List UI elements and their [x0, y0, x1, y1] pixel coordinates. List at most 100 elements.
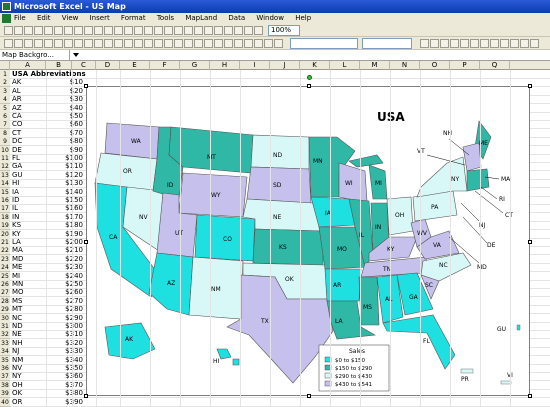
tb2-button-22[interactable]: [224, 39, 233, 48]
tb2-button-0[interactable]: [4, 39, 13, 48]
column-header-m[interactable]: M: [360, 61, 390, 70]
tb1-button-18[interactable]: [184, 26, 193, 35]
tb1-button-2[interactable]: [24, 26, 33, 35]
column-header-b[interactable]: B: [46, 61, 72, 70]
column-header-j[interactable]: J: [270, 61, 300, 70]
tb2-button-31[interactable]: [450, 39, 459, 48]
tb2-button-21[interactable]: [214, 39, 223, 48]
tb2-button-26[interactable]: [264, 39, 273, 48]
column-header-q[interactable]: Q: [480, 61, 510, 70]
tb2-button-6[interactable]: [64, 39, 73, 48]
state-abbr-cell[interactable]: OR: [12, 398, 22, 407]
tb2-button-11[interactable]: [114, 39, 123, 48]
tb1-button-23[interactable]: [234, 26, 243, 35]
tb2-button-18[interactable]: [184, 39, 193, 48]
tb2-button-38[interactable]: [520, 39, 529, 48]
tb2-button-34[interactable]: [480, 39, 489, 48]
tb2-button-39[interactable]: [530, 39, 539, 48]
tb1-button-6[interactable]: [64, 26, 73, 35]
tb2-button-1[interactable]: [14, 39, 23, 48]
tb2-button-19[interactable]: [194, 39, 203, 48]
tb2-button-4[interactable]: [44, 39, 53, 48]
workbook-icon[interactable]: [2, 14, 11, 23]
menu-mapland[interactable]: MapLand: [185, 14, 217, 22]
tb2-button-15[interactable]: [154, 39, 163, 48]
tb2-button-7[interactable]: [74, 39, 83, 48]
tb2-button-14[interactable]: [144, 39, 153, 48]
column-header-l[interactable]: L: [330, 61, 360, 70]
tb1-button-12[interactable]: [124, 26, 133, 35]
tb2-button-10[interactable]: [104, 39, 113, 48]
tb1-button-19[interactable]: [194, 26, 203, 35]
tb2-button-24[interactable]: [244, 39, 253, 48]
menu-file[interactable]: File: [14, 14, 26, 22]
tb1-button-0[interactable]: [4, 26, 13, 35]
resize-handle-s[interactable]: [307, 394, 311, 398]
tb1-button-24[interactable]: [244, 26, 253, 35]
menu-data[interactable]: Data: [228, 14, 245, 22]
tb2-button-16[interactable]: [164, 39, 173, 48]
tb1-button-10[interactable]: [104, 26, 113, 35]
column-header-f[interactable]: F: [150, 61, 180, 70]
resize-handle-ne[interactable]: [528, 84, 532, 88]
select-all-corner[interactable]: [0, 61, 10, 70]
name-box[interactable]: Map Backgro...: [0, 50, 70, 61]
tb1-button-3[interactable]: [34, 26, 43, 35]
tb2-button-23[interactable]: [234, 39, 243, 48]
tb2-button-37[interactable]: [510, 39, 519, 48]
column-header-o[interactable]: O: [420, 61, 450, 70]
column-header-g[interactable]: G: [180, 61, 210, 70]
column-header-i[interactable]: I: [240, 61, 270, 70]
tb1-button-13[interactable]: [134, 26, 143, 35]
column-header-c[interactable]: C: [72, 61, 96, 70]
tb2-button-20[interactable]: [204, 39, 213, 48]
tb2-button-12[interactable]: [124, 39, 133, 48]
tb1-button-7[interactable]: [74, 26, 83, 35]
column-header-k[interactable]: K: [300, 61, 330, 70]
tb2-button-8[interactable]: [84, 39, 93, 48]
tb1-button-17[interactable]: [174, 26, 183, 35]
column-header-a[interactable]: A: [10, 61, 46, 70]
resize-handle-sw[interactable]: [84, 394, 88, 398]
tb1-button-9[interactable]: [94, 26, 103, 35]
tb2-button-25[interactable]: [254, 39, 263, 48]
column-header-d[interactable]: D: [96, 61, 120, 70]
column-header-p[interactable]: P: [450, 61, 480, 70]
font-size-select[interactable]: [362, 38, 412, 49]
menu-tools[interactable]: Tools: [157, 14, 174, 22]
resize-handle-w[interactable]: [84, 240, 88, 244]
tb2-button-9[interactable]: [94, 39, 103, 48]
zoom-select[interactable]: 100%: [268, 25, 300, 36]
tb2-button-3[interactable]: [34, 39, 43, 48]
tb2-button-2[interactable]: [24, 39, 33, 48]
row-header[interactable]: 40: [0, 397, 10, 407]
tb1-button-14[interactable]: [144, 26, 153, 35]
dropdown-arrow-icon[interactable]: [72, 51, 80, 59]
tb1-button-1[interactable]: [14, 26, 23, 35]
sales-value-cell[interactable]: $390: [50, 398, 83, 407]
map-object[interactable]: USA: [84, 75, 532, 398]
tb1-button-15[interactable]: [154, 26, 163, 35]
tb2-button-36[interactable]: [500, 39, 509, 48]
menu-view[interactable]: View: [62, 14, 79, 22]
tb2-button-30[interactable]: [440, 39, 449, 48]
tb1-button-25[interactable]: [254, 26, 263, 35]
tb2-button-33[interactable]: [470, 39, 479, 48]
column-header-e[interactable]: E: [120, 61, 150, 70]
resize-handle-nw[interactable]: [84, 84, 88, 88]
tb2-button-13[interactable]: [134, 39, 143, 48]
tb2-button-17[interactable]: [174, 39, 183, 48]
tb2-button-32[interactable]: [460, 39, 469, 48]
tb2-button-29[interactable]: [430, 39, 439, 48]
column-header-h[interactable]: H: [210, 61, 240, 70]
tb1-button-11[interactable]: [114, 26, 123, 35]
tb1-button-21[interactable]: [214, 26, 223, 35]
resize-handle-e[interactable]: [528, 240, 532, 244]
table-row[interactable]: 40 OR $390: [0, 397, 550, 407]
tb1-button-5[interactable]: [54, 26, 63, 35]
us-map[interactable]: USA: [87, 87, 531, 397]
column-header-n[interactable]: N: [390, 61, 420, 70]
font-select[interactable]: [290, 38, 358, 49]
tb2-button-27[interactable]: [274, 39, 283, 48]
tb2-button-5[interactable]: [54, 39, 63, 48]
